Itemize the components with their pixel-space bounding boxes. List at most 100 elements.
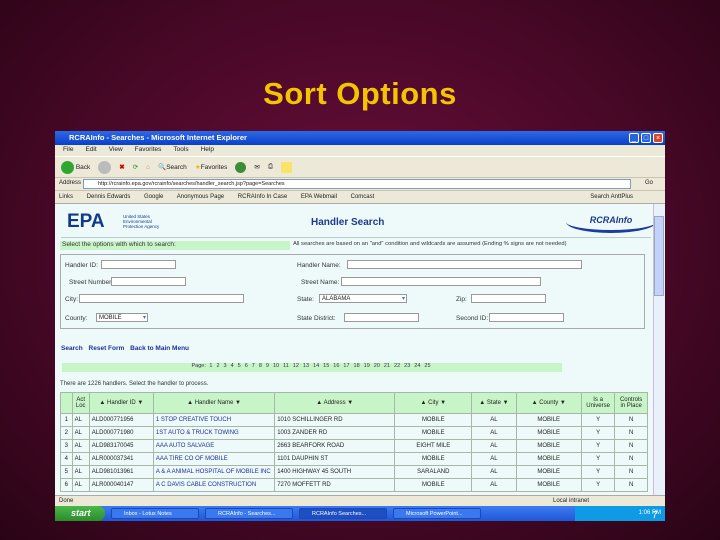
page-link[interactable]: 6 — [245, 363, 248, 369]
page-link[interactable]: 16 — [333, 363, 339, 369]
favorites-button[interactable]: ★Favorites — [195, 163, 228, 171]
page-link[interactable]: 1 — [209, 363, 212, 369]
table-cell: 6 — [60, 478, 73, 492]
epa-logo: EPA — [67, 211, 105, 232]
page-link[interactable]: 18 — [354, 363, 360, 369]
table-cell: 3 — [60, 439, 73, 453]
street-number-input[interactable] — [111, 277, 186, 286]
table-cell: ALD983170045 — [88, 439, 154, 453]
mail-icon[interactable]: ✉ — [254, 163, 259, 171]
handler-id-input[interactable] — [101, 260, 176, 269]
handler-name-link[interactable]: AAA AUTO SALVAGE — [156, 443, 214, 449]
taskbar-item[interactable]: RCRAInfo - Searches... — [205, 508, 293, 519]
second-id-input[interactable] — [489, 313, 564, 322]
menu-view[interactable]: View — [109, 146, 123, 153]
page-link[interactable]: 21 — [384, 363, 390, 369]
go-button[interactable]: Go — [645, 180, 653, 186]
slide-number: 7 — [652, 510, 658, 521]
column-header: Controls in Place — [614, 392, 648, 414]
address-input[interactable]: http://rcrainfo.epa.gov/rcrainfo/searche… — [83, 179, 631, 189]
menu-edit[interactable]: Edit — [85, 146, 96, 153]
page-link[interactable]: 23 — [404, 363, 410, 369]
page-link[interactable]: 11 — [283, 363, 289, 369]
forward-icon[interactable] — [98, 160, 112, 174]
page-link[interactable]: 9 — [266, 363, 269, 369]
scrollbar-thumb[interactable] — [654, 216, 664, 296]
search-link[interactable]: Search — [61, 345, 83, 352]
table-cell: N — [614, 426, 648, 440]
table-cell: 5 — [60, 465, 73, 479]
link-anonymous[interactable]: Anonymous Page — [177, 194, 224, 200]
page-link[interactable]: 15 — [323, 363, 329, 369]
page-link[interactable]: 19 — [364, 363, 370, 369]
folder-icon[interactable] — [281, 161, 293, 173]
menu-favorites[interactable]: Favorites — [135, 146, 162, 153]
table-cell: 4 — [60, 452, 73, 466]
media-icon[interactable] — [235, 161, 247, 173]
table-cell: AL — [471, 478, 517, 492]
state-select[interactable]: ALABAMA ▾ — [319, 294, 407, 303]
minimize-button[interactable]: _ — [629, 133, 639, 143]
handler-name-link[interactable]: 1ST AUTO & TRUCK TOWING — [156, 430, 239, 436]
page-link[interactable]: 13 — [303, 363, 309, 369]
page-link[interactable]: 20 — [374, 363, 380, 369]
close-button[interactable]: × — [653, 133, 663, 143]
link-comcast[interactable]: Comcast — [351, 194, 375, 200]
link-google[interactable]: Google — [144, 194, 163, 200]
handler-name-link[interactable]: 1 STOP CREATIVE TOUCH — [156, 417, 231, 423]
taskbar-item[interactable]: Inbox - Lotus Notes — [111, 508, 199, 519]
column-header[interactable]: ▲ State ▼ — [471, 392, 517, 414]
table-cell: AL — [71, 439, 90, 453]
zip-input[interactable] — [471, 294, 546, 303]
county-select[interactable]: MOBILE ▾ — [96, 313, 148, 322]
page-link[interactable]: 10 — [273, 363, 279, 369]
instructions-left: Select the options with which to search: — [60, 241, 290, 250]
page-link[interactable]: 25 — [424, 363, 430, 369]
handler-name-link[interactable]: A C DAVIS CABLE CONSTRUCTION — [156, 482, 256, 488]
reset-form-link[interactable]: Reset Form — [89, 345, 125, 352]
link-epa-webmail[interactable]: EPA Webmail — [301, 194, 337, 200]
back-button[interactable]: Back — [61, 160, 90, 174]
page-link[interactable]: 24 — [414, 363, 420, 369]
stop-icon[interactable]: ✖ — [119, 163, 124, 171]
page-link[interactable]: 3 — [224, 363, 227, 369]
column-header[interactable]: ▲ City ▼ — [394, 392, 473, 414]
column-header[interactable]: ▲ Address ▼ — [274, 392, 396, 414]
taskbar-item[interactable]: Microsoft PowerPoint... — [393, 508, 481, 519]
maximize-button[interactable]: □ — [641, 133, 651, 143]
search-button[interactable]: 🔍Search — [158, 163, 187, 171]
page-link[interactable]: 14 — [313, 363, 319, 369]
handler-name-link[interactable]: A & A ANIMAL HOSPITAL OF MOBILE INC — [156, 469, 271, 475]
table-cell: AL — [471, 465, 517, 479]
table-cell: MOBILE — [515, 426, 582, 440]
state-district-input[interactable] — [344, 313, 419, 322]
handler-name-input[interactable] — [347, 260, 582, 269]
page-link[interactable]: 7 — [252, 363, 255, 369]
home-icon[interactable]: ⌂ — [146, 164, 150, 171]
column-header[interactable]: ▲ Handler Name ▼ — [152, 392, 276, 414]
table-cell: SARALAND — [394, 465, 473, 479]
page-link[interactable]: 4 — [231, 363, 234, 369]
page-link[interactable]: 22 — [394, 363, 400, 369]
page-link[interactable]: 2 — [216, 363, 219, 369]
street-name-input[interactable] — [341, 277, 541, 286]
page-link[interactable]: 5 — [238, 363, 241, 369]
page-link[interactable]: 12 — [293, 363, 299, 369]
link-rcrainfo[interactable]: RCRAInfo In Case — [238, 194, 287, 200]
column-header[interactable]: ▲ County ▼ — [515, 392, 582, 414]
menu-file[interactable]: File — [63, 146, 73, 153]
main-menu-link[interactable]: Back to Main Menu — [130, 345, 189, 352]
taskbar-item[interactable]: RCRAInfo Searches... — [299, 508, 387, 519]
refresh-icon[interactable]: ⟳ — [133, 163, 138, 171]
link-dennis[interactable]: Dennis Edwards — [87, 194, 131, 200]
handler-name-link[interactable]: AAA TIRE CO OF MOBILE — [156, 456, 228, 462]
city-input[interactable] — [79, 294, 244, 303]
page-link[interactable]: 8 — [259, 363, 262, 369]
menu-help[interactable]: Help — [201, 146, 214, 153]
column-header[interactable]: ▲ Handler ID ▼ — [88, 392, 154, 414]
search-toolbar[interactable]: Search AnttPlus — [590, 194, 633, 200]
print-icon[interactable]: ⎙ — [268, 163, 273, 171]
menu-tools[interactable]: Tools — [173, 146, 188, 153]
page-link[interactable]: 17 — [343, 363, 349, 369]
start-button[interactable]: start — [55, 506, 105, 521]
